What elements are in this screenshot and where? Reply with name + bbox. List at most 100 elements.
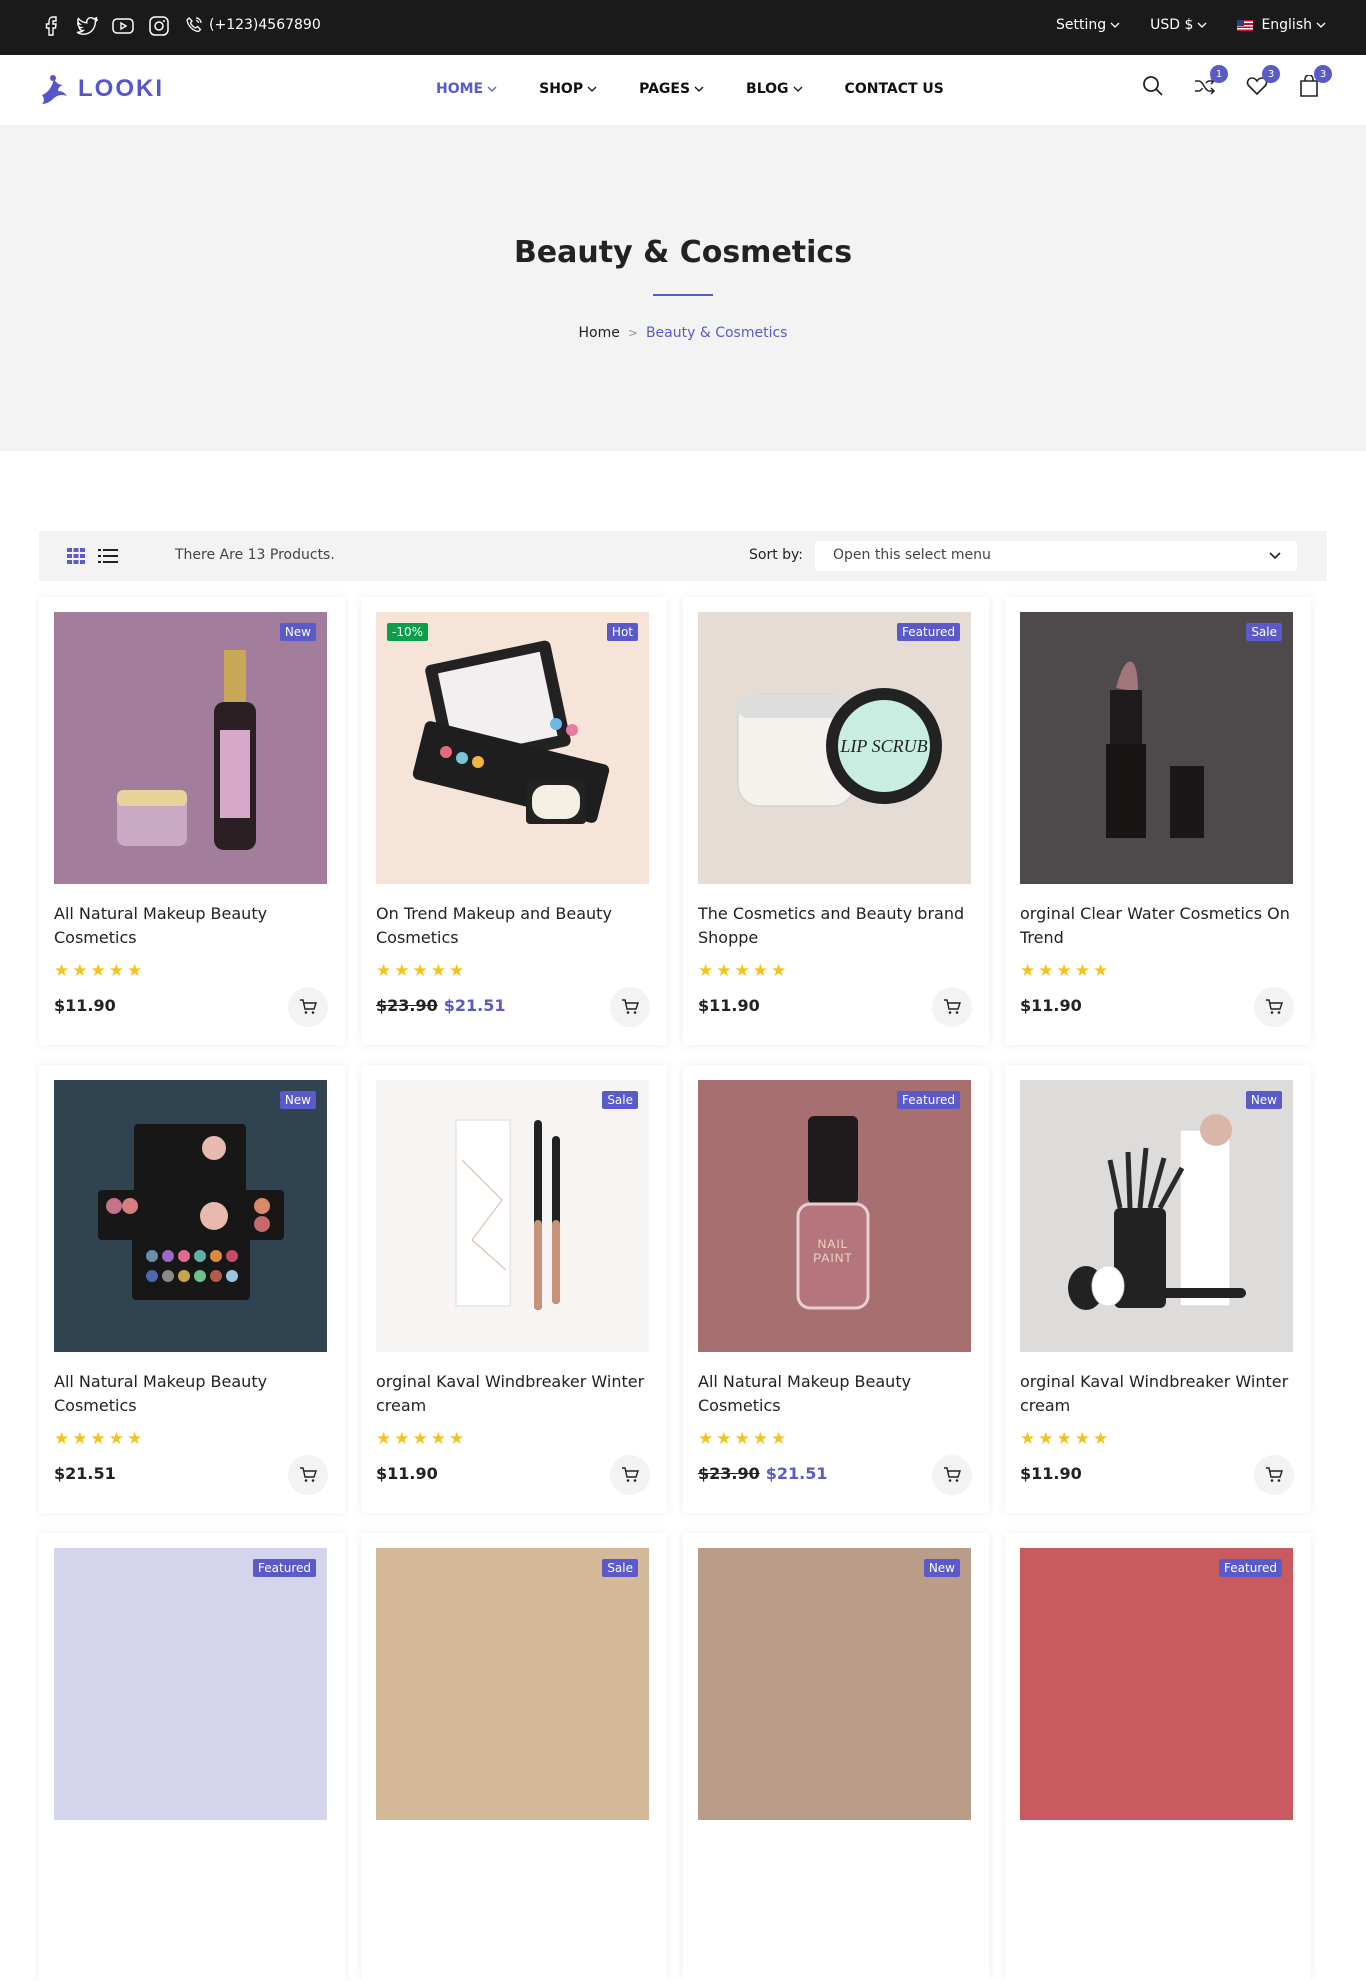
product-image[interactable]: Sale	[1020, 612, 1293, 884]
cart-icon	[300, 999, 317, 1014]
cart-icon	[622, 1467, 639, 1482]
product-image[interactable]: New	[54, 612, 327, 884]
chevron-down-icon	[1269, 552, 1281, 560]
rating-stars-icon: ★★★★★	[376, 961, 468, 981]
setting-dropdown[interactable]: Setting	[1056, 17, 1120, 33]
product-price: $23.90 $21.51	[698, 1464, 828, 1483]
main-nav: HOME SHOP PAGES BLOG CONTACT US	[436, 81, 944, 97]
sort-select[interactable]: Open this select menu	[815, 541, 1297, 571]
twitter-icon[interactable]	[76, 15, 98, 37]
add-to-cart-button[interactable]	[1254, 987, 1294, 1027]
product-price: $11.90	[1020, 1464, 1082, 1483]
product-image[interactable]: LIP SCRUB Featured	[698, 612, 971, 884]
nav-pages-label: PAGES	[639, 81, 691, 97]
product-name[interactable]: orginal Kaval Windbreaker Winter cream	[376, 1370, 652, 1418]
chevron-right-icon: >	[627, 326, 638, 340]
product-card[interactable]: Sale	[361, 1533, 667, 1981]
list-view-button[interactable]	[98, 546, 118, 566]
rating-stars-icon: ★★★★★	[54, 961, 146, 981]
product-image[interactable]: New	[1020, 1080, 1293, 1352]
add-to-cart-button[interactable]	[610, 1455, 650, 1495]
instagram-icon[interactable]	[148, 15, 170, 37]
product-image[interactable]: New	[698, 1548, 971, 1820]
breadcrumb-home[interactable]: Home	[579, 325, 620, 341]
cart-icon	[300, 1467, 317, 1482]
product-illustration	[412, 640, 610, 824]
product-illustration	[698, 1548, 971, 1820]
product-image[interactable]: Sale	[376, 1080, 649, 1352]
old-price: $23.90	[698, 1464, 760, 1483]
add-to-cart-button[interactable]	[288, 1455, 328, 1495]
cart-button[interactable]: 3	[1296, 65, 1332, 99]
page-title: Beauty & Cosmetics	[513, 235, 853, 270]
youtube-icon[interactable]	[112, 15, 134, 37]
product-card[interactable]: Sale orginal Clear Water Cosmetics On Tre…	[1005, 597, 1311, 1045]
topbar-right: Setting USD $ English	[1056, 17, 1326, 33]
product-card[interactable]: New orginal Kaval Windbreaker Winter crea…	[1005, 1065, 1311, 1513]
add-to-cart-button[interactable]	[1254, 1455, 1294, 1495]
phone-icon	[186, 17, 202, 33]
title-underline	[653, 294, 713, 296]
product-image[interactable]: New	[54, 1080, 327, 1352]
wishlist-button[interactable]: 3	[1244, 65, 1280, 99]
product-card[interactable]: New All Natural Makeup Beauty Cosmetics ★★…	[39, 597, 345, 1045]
facebook-icon[interactable]	[40, 15, 62, 37]
add-to-cart-button[interactable]	[932, 987, 972, 1027]
breadcrumb: Home > Beauty & Cosmetics	[0, 325, 1366, 341]
product-card[interactable]: Sale orginal Kaval Windbreaker Winter cre…	[361, 1065, 667, 1513]
logo[interactable]: LOOKI	[40, 73, 164, 105]
list-icon	[98, 549, 118, 563]
setting-label: Setting	[1056, 17, 1107, 33]
nav-blog[interactable]: BLOG	[746, 81, 803, 97]
chevron-down-icon	[1197, 22, 1207, 28]
product-card[interactable]: LIP SCRUB Featured The Cosmetics and Beaut…	[683, 597, 989, 1045]
nav-pages[interactable]: PAGES	[639, 81, 704, 97]
nav-contact[interactable]: CONTACT US	[845, 81, 944, 97]
top-bar: (+123)4567890 Setting USD $ English	[0, 0, 1366, 55]
nav-shop[interactable]: SHOP	[539, 81, 597, 97]
social-links	[40, 15, 170, 37]
product-illustration	[376, 1548, 649, 1820]
product-card[interactable]: Hot -10% On Trend Makeup and Beauty Cosmet…	[361, 597, 667, 1045]
compare-button[interactable]: 1	[1192, 65, 1228, 99]
product-card[interactable]: New	[683, 1533, 989, 1981]
product-tag-badge: New	[279, 1091, 316, 1109]
product-card[interactable]: New All Natural Makeup Beauty Cosmetics ★★…	[39, 1065, 345, 1513]
product-name[interactable]: All Natural Makeup Beauty Cosmetics	[54, 1370, 330, 1418]
product-card[interactable]: Featured	[1005, 1533, 1311, 1981]
breadcrumb-current: Beauty & Cosmetics	[645, 325, 788, 341]
product-illustration	[1068, 1114, 1246, 1310]
product-tag-badge: Sale	[602, 1559, 638, 1577]
add-to-cart-button[interactable]	[610, 987, 650, 1027]
language-label: English	[1261, 17, 1312, 33]
nav-home[interactable]: HOME	[436, 81, 497, 97]
add-to-cart-button[interactable]	[288, 987, 328, 1027]
product-image[interactable]: Sale	[376, 1548, 649, 1820]
product-card[interactable]: Featured	[39, 1533, 345, 1981]
grid-view-button[interactable]	[66, 546, 86, 566]
product-price: $23.90 $21.51	[376, 996, 506, 1015]
rating-stars-icon: ★★★★★	[1020, 961, 1112, 981]
currency-dropdown[interactable]: USD $	[1150, 17, 1207, 33]
product-image[interactable]: Featured	[1020, 1548, 1293, 1820]
product-image[interactable]: Featured	[54, 1548, 327, 1820]
cart-icon	[622, 999, 639, 1014]
product-name[interactable]: All Natural Makeup Beauty Cosmetics	[698, 1370, 974, 1418]
language-dropdown[interactable]: English	[1237, 17, 1326, 33]
search-button[interactable]	[1140, 73, 1166, 99]
product-name[interactable]: The Cosmetics and Beauty brand Shoppe	[698, 902, 974, 950]
product-illustration	[1020, 1548, 1293, 1820]
product-name[interactable]: orginal Kaval Windbreaker Winter cream	[1020, 1370, 1296, 1418]
product-card[interactable]: NAIL PAINT Featured All Natural Makeup Bea…	[683, 1065, 989, 1513]
cart-icon	[944, 1467, 961, 1482]
product-name[interactable]: All Natural Makeup Beauty Cosmetics	[54, 902, 330, 950]
product-name[interactable]: On Trend Makeup and Beauty Cosmetics	[376, 902, 652, 950]
svg-text:LIP SCRUB: LIP SCRUB	[839, 736, 927, 756]
product-image[interactable]: Hot -10%	[376, 612, 649, 884]
product-image[interactable]: NAIL PAINT Featured	[698, 1080, 971, 1352]
add-to-cart-button[interactable]	[932, 1455, 972, 1495]
chevron-down-icon	[1316, 22, 1326, 28]
sort-select-value: Open this select menu	[833, 547, 991, 563]
product-name[interactable]: orginal Clear Water Cosmetics On Trend	[1020, 902, 1296, 950]
phone-contact[interactable]: (+123)4567890	[186, 17, 321, 33]
